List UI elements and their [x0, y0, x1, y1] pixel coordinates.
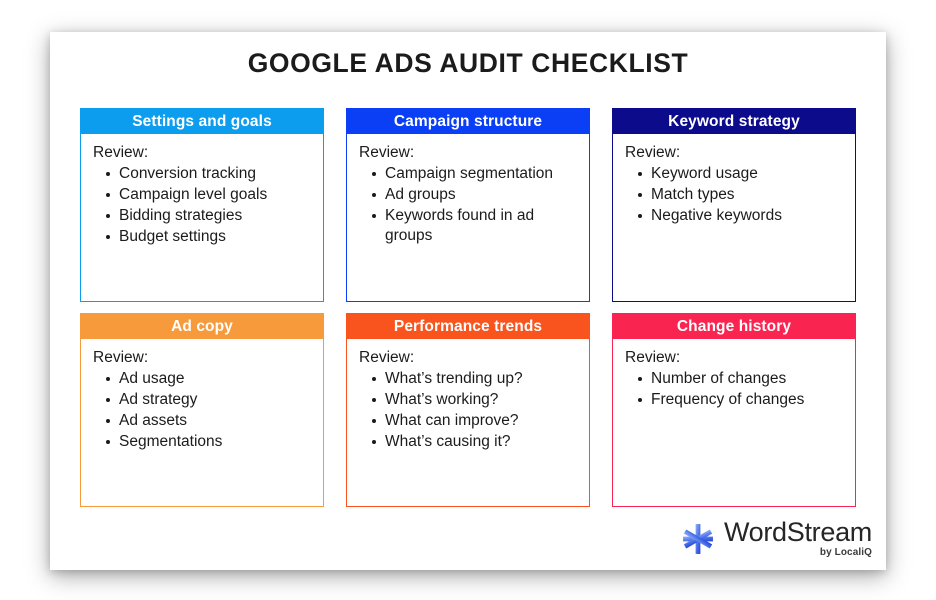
- checklist-card: Change history Review: Number of changes Fr…: [612, 313, 856, 507]
- review-label: Review:: [93, 144, 149, 161]
- logo-tagline: by LocaliQ: [819, 547, 872, 558]
- checklist-card-grid: Settings and goals Review: Conversion trac…: [80, 108, 856, 507]
- checklist-item: Keyword usage: [638, 164, 845, 184]
- card-header: Campaign structure: [347, 109, 589, 134]
- checklist-card: Campaign structure Review: Campaign segmen…: [346, 108, 590, 302]
- checklist-item: What’s working?: [372, 390, 579, 410]
- card-header: Performance trends: [347, 314, 589, 339]
- checklist-item: Bidding strategies: [106, 206, 313, 226]
- card-body: Review: Ad usage Ad strategy Ad assets Segme…: [81, 339, 323, 506]
- logo-wordmark: WordStream: [723, 517, 872, 547]
- checklist-item: Segmentations: [106, 432, 313, 452]
- review-label: Review:: [359, 349, 415, 366]
- checklist-item: Budget settings: [106, 227, 313, 247]
- checklist-items: Number of changes Frequency of changes: [625, 369, 845, 410]
- card-header: Settings and goals: [81, 109, 323, 134]
- checklist-items: What’s trending up? What’s working? What c…: [359, 369, 579, 453]
- card-header: Ad copy: [81, 314, 323, 339]
- checklist-item: What’s causing it?: [372, 432, 579, 452]
- checklist-item: Ad usage: [106, 369, 313, 389]
- review-label: Review:: [625, 349, 681, 366]
- checklist-page: GOOGLE ADS AUDIT CHECKLIST Settings and …: [50, 32, 886, 570]
- checklist-item: Campaign segmentation: [372, 164, 579, 184]
- checklist-item: Ad assets: [106, 411, 313, 431]
- checklist-items: Ad usage Ad strategy Ad assets Segmentation…: [93, 369, 313, 453]
- checklist-items: Keyword usage Match types Negative keyword…: [625, 164, 845, 226]
- checklist-item: Match types: [638, 185, 845, 205]
- checklist-item: Keywords found in ad groups: [372, 206, 579, 246]
- review-label: Review:: [625, 144, 681, 161]
- review-label: Review:: [359, 144, 415, 161]
- logo-text-group: WordStream by LocaliQ: [724, 519, 872, 558]
- wordstream-asterisk-icon: [682, 523, 713, 554]
- card-body: Review: Campaign segmentation Ad groups Key…: [347, 134, 589, 301]
- card-body: Review: Conversion tracking Campaign level…: [81, 134, 323, 301]
- card-header: Keyword strategy: [613, 109, 855, 134]
- checklist-item: Conversion tracking: [106, 164, 313, 184]
- checklist-item: Campaign level goals: [106, 185, 313, 205]
- checklist-item: Negative keywords: [638, 206, 845, 226]
- wordstream-logo: WordStream by LocaliQ: [681, 519, 872, 558]
- checklist-item: Ad strategy: [106, 390, 313, 410]
- review-label: Review:: [93, 349, 149, 366]
- checklist-item: What’s trending up?: [372, 369, 579, 389]
- checklist-card: Keyword strategy Review: Keyword usage Matc…: [612, 108, 856, 302]
- checklist-items: Campaign segmentation Ad groups Keywords f…: [359, 164, 579, 247]
- card-body: Review: Number of changes Frequency of cha…: [613, 339, 855, 506]
- checklist-card: Settings and goals Review: Conversion trac…: [80, 108, 324, 302]
- checklist-card: Performance trends Review: What’s trending…: [346, 313, 590, 507]
- checklist-item: Number of changes: [638, 369, 845, 389]
- checklist-item: Ad groups: [372, 185, 579, 205]
- card-body: Review: Keyword usage Match types Negative …: [613, 134, 855, 301]
- checklist-card: Ad copy Review: Ad usage Ad strategy Ad asse…: [80, 313, 324, 507]
- page-title: GOOGLE ADS AUDIT CHECKLIST: [247, 48, 689, 78]
- screenshot-canvas: GOOGLE ADS AUDIT CHECKLIST Settings and …: [0, 0, 936, 600]
- card-body: Review: What’s trending up? What’s working…: [347, 339, 589, 506]
- checklist-item: Frequency of changes: [638, 390, 845, 410]
- checklist-items: Conversion tracking Campaign level goals B…: [93, 164, 313, 248]
- card-header: Change history: [613, 314, 855, 339]
- checklist-item: What can improve?: [372, 411, 579, 431]
